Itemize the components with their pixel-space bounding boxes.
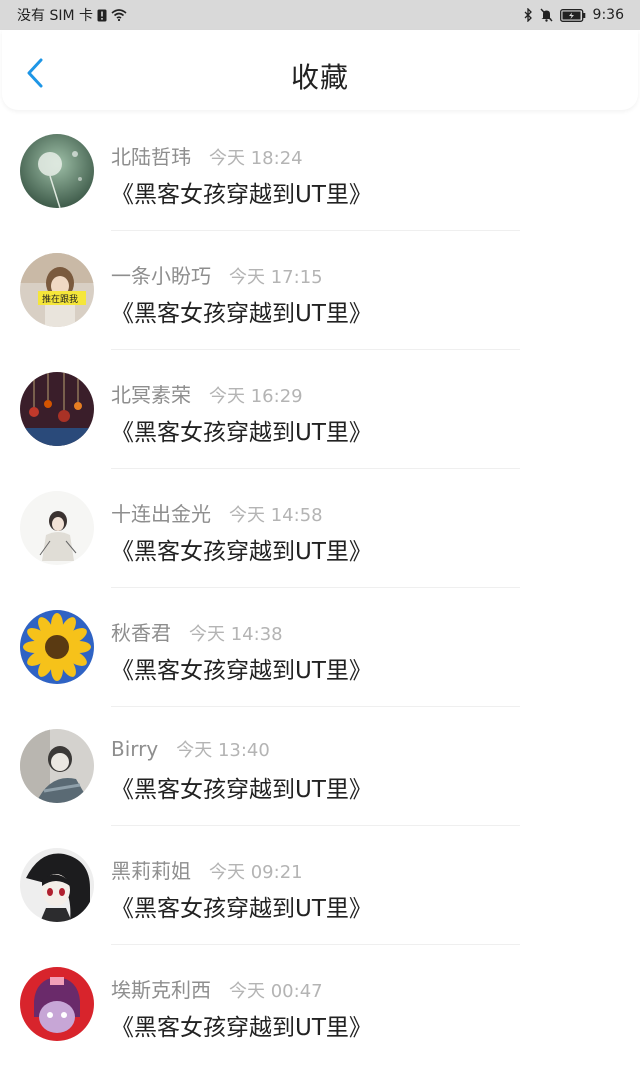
book-title[interactable]: 《黑客女孩穿越到UT里》: [111, 294, 372, 328]
girl-photo-avatar[interactable]: 推在跟我: [20, 253, 94, 327]
bluetooth-icon: [524, 8, 533, 22]
list-item[interactable]: 北陆哲玮 今天 18:24 《黑客女孩穿越到UT里》: [0, 114, 640, 233]
author-name: 埃斯克利西: [111, 978, 211, 1002]
book-title[interactable]: 《黑客女孩穿越到UT里》: [111, 413, 372, 447]
mute-bell-icon: [540, 8, 553, 22]
carrier-text: 没有 SIM 卡: [17, 8, 93, 24]
book-title[interactable]: 《黑客女孩穿越到UT里》: [111, 532, 372, 566]
favorite-time: 今天 13:40: [176, 740, 270, 761]
favorite-time: 今天 16:29: [209, 386, 303, 407]
author-name: 十连出金光: [111, 502, 211, 526]
divider: [111, 706, 520, 707]
page-title: 收藏: [290, 61, 349, 94]
divider: [111, 349, 520, 350]
dandelion-avatar[interactable]: [20, 134, 94, 208]
author-name: 北冥素荣: [111, 383, 191, 407]
list-item[interactable]: 北冥素荣 今天 16:29 《黑客女孩穿越到UT里》: [0, 352, 640, 471]
anime-sketch-avatar[interactable]: [20, 491, 94, 565]
book-title[interactable]: 《黑客女孩穿越到UT里》: [111, 651, 372, 685]
divider: [111, 944, 520, 945]
author-name: 北陆哲玮: [111, 145, 191, 169]
sim-alert-icon: [97, 9, 107, 22]
favorites-list: 北陆哲玮 今天 18:24 《黑客女孩穿越到UT里》 推在跟我 一条小盼巧 今天…: [0, 114, 640, 1066]
book-title[interactable]: 《黑客女孩穿越到UT里》: [111, 175, 372, 209]
favorite-time: 今天 14:38: [189, 624, 283, 645]
masked-person-avatar[interactable]: [20, 729, 94, 803]
favorite-time: 今天 17:15: [229, 267, 323, 288]
list-item[interactable]: 埃斯克利西 今天 00:47 《黑客女孩穿越到UT里》: [0, 947, 640, 1066]
list-item[interactable]: 黑莉莉姐 今天 09:21 《黑客女孩穿越到UT里》: [0, 828, 640, 947]
sunflower-avatar[interactable]: [20, 610, 94, 684]
author-name: 一条小盼巧: [111, 264, 211, 288]
wifi-icon: [111, 9, 127, 21]
svg-text:推在跟我: 推在跟我: [42, 293, 78, 305]
status-bar: 没有 SIM 卡 9:36: [0, 0, 640, 30]
ornaments-avatar[interactable]: [20, 372, 94, 446]
nav-header: 收藏: [2, 30, 638, 110]
author-name: 黑莉莉姐: [111, 859, 191, 883]
list-item[interactable]: Birry 今天 13:40 《黑客女孩穿越到UT里》: [0, 709, 640, 828]
favorite-time: 今天 14:58: [229, 505, 323, 526]
red-character-avatar[interactable]: [20, 967, 94, 1041]
favorite-time: 今天 09:21: [209, 862, 303, 883]
anime-dark-avatar[interactable]: [20, 848, 94, 922]
battery-charging-icon: [559, 8, 586, 22]
divider: [111, 587, 520, 588]
divider: [111, 825, 520, 826]
clock-time: 9:36: [592, 7, 624, 23]
list-item[interactable]: 推在跟我 一条小盼巧 今天 17:15 《黑客女孩穿越到UT里》: [0, 233, 640, 352]
book-title[interactable]: 《黑客女孩穿越到UT里》: [111, 889, 372, 923]
author-name: 秋香君: [111, 621, 171, 645]
list-item[interactable]: 十连出金光 今天 14:58 《黑客女孩穿越到UT里》: [0, 471, 640, 590]
author-name: Birry: [111, 737, 159, 761]
list-item[interactable]: 秋香君 今天 14:38 《黑客女孩穿越到UT里》: [0, 590, 640, 709]
favorite-time: 今天 00:47: [229, 981, 323, 1002]
book-title[interactable]: 《黑客女孩穿越到UT里》: [111, 1008, 372, 1042]
divider: [111, 468, 520, 469]
divider: [111, 230, 520, 231]
favorite-time: 今天 18:24: [209, 148, 303, 169]
book-title[interactable]: 《黑客女孩穿越到UT里》: [111, 770, 372, 804]
